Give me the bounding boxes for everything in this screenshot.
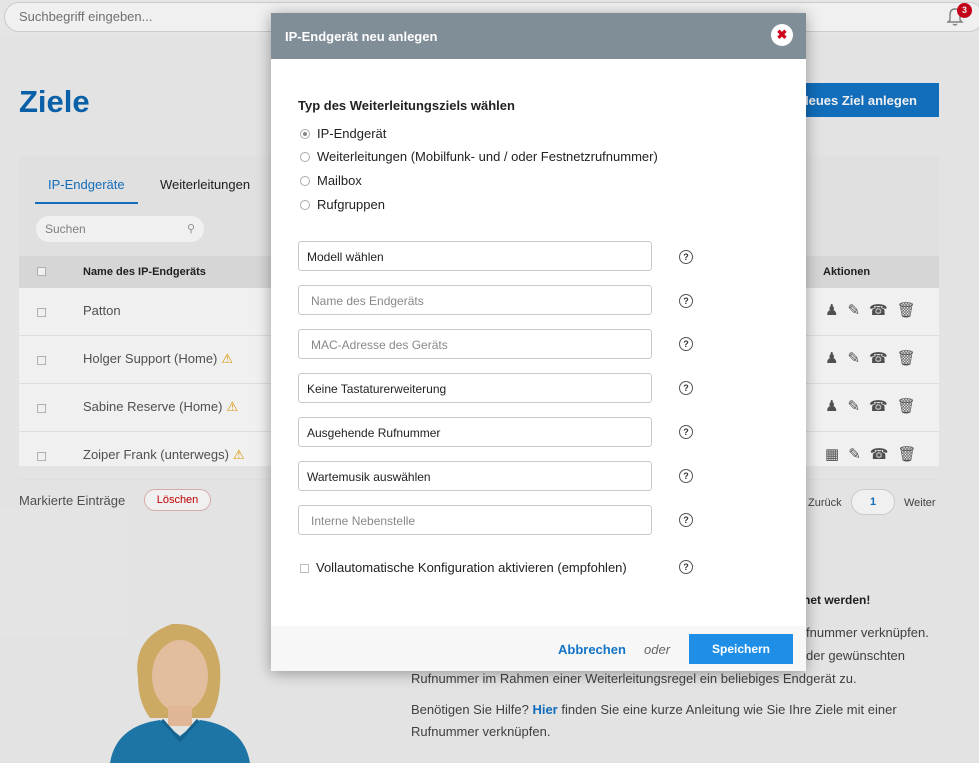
device-name-field[interactable]: Name des Endgeräts [298,285,652,315]
radio-mailbox[interactable]: Mailbox [300,173,362,188]
radio-label: Weiterleitungen (Mobilfunk- und / oder F… [317,149,658,164]
radio-button[interactable] [300,176,310,186]
cancel-button[interactable]: Abbrechen [558,642,626,657]
radio-button[interactable] [300,129,310,139]
auto-config-option[interactable]: Vollautomatische Konfiguration aktiviere… [300,560,627,575]
radio-label: IP-Endgerät [317,126,387,141]
model-select[interactable]: Modell wählen [298,241,652,271]
help-icon[interactable]: ? [679,513,693,527]
help-icon[interactable]: ? [679,294,693,308]
radio-label: Rufgruppen [317,197,385,212]
outgoing-number-select[interactable]: Ausgehende Rufnummer [298,417,652,447]
radio-ring-groups[interactable]: Rufgruppen [300,197,385,212]
radio-label: Mailbox [317,173,362,188]
radio-forwardings[interactable]: Weiterleitungen (Mobilfunk- und / oder F… [300,149,658,164]
help-icon[interactable]: ? [679,469,693,483]
help-icon[interactable]: ? [679,425,693,439]
mac-address-field[interactable]: MAC-Adresse des Geräts [298,329,652,359]
radio-button[interactable] [300,200,310,210]
auto-config-checkbox[interactable] [300,564,309,573]
target-type-label: Typ des Weiterleitungsziels wählen [298,98,515,113]
help-icon[interactable]: ? [679,560,693,574]
dialog-header: IP-Endgerät neu anlegen ✖ [271,13,806,59]
close-icon[interactable]: ✖ [771,24,793,46]
save-button[interactable]: Speichern [689,634,793,664]
dialog-title: IP-Endgerät neu anlegen [285,29,438,44]
radio-ip-device[interactable]: IP-Endgerät [300,126,386,141]
help-icon[interactable]: ? [679,337,693,351]
help-icon[interactable]: ? [679,250,693,264]
new-ip-device-dialog: IP-Endgerät neu anlegen ✖ Typ des Weiter… [271,13,806,671]
dialog-footer: Abbrechen oder Speichern [271,626,806,671]
help-icon[interactable]: ? [679,381,693,395]
keypad-extension-select[interactable]: Keine Tastaturerweiterung [298,373,652,403]
radio-button[interactable] [300,152,310,162]
or-text: oder [644,642,671,657]
hold-music-select[interactable]: Wartemusik auswählen [298,461,652,491]
internal-extension-field[interactable]: Interne Nebenstelle [298,505,652,535]
auto-config-label: Vollautomatische Konfiguration aktiviere… [316,560,627,575]
